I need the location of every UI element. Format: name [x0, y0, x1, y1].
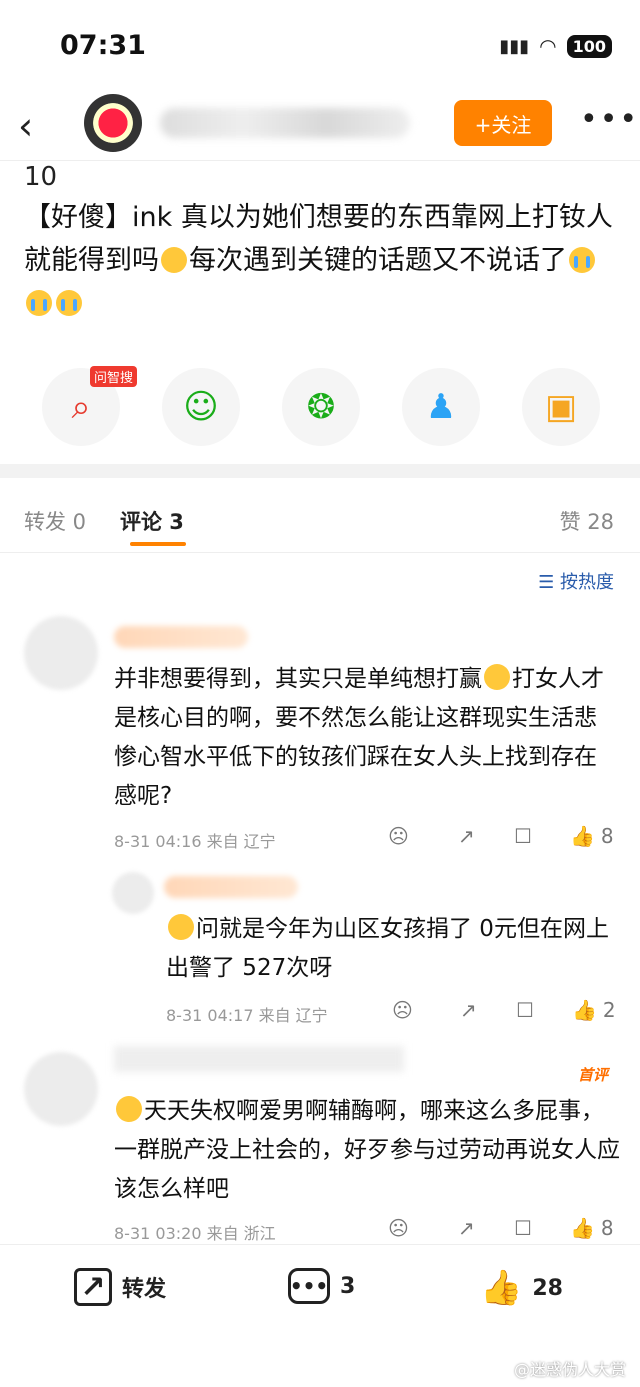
comment-button[interactable]: ••• 3 — [288, 1268, 355, 1304]
shocked-emoji-icon — [484, 664, 510, 690]
reply-text: 问就是今年为山区女孩捐了 0元但在网上出警了 527次呀 — [166, 910, 626, 988]
wechat-icon[interactable]: ☺ — [162, 368, 240, 446]
tabs-divider — [0, 552, 640, 553]
post-number: 10 — [24, 162, 58, 192]
fearful-emoji-icon — [168, 914, 194, 940]
comment-text-content: 天天失权啊爱男啊辅酶啊，哪来这么多屁事，一群脱产没上社会的，好歹参与过劳动再说女… — [114, 1098, 620, 1202]
comment-icon: ••• — [288, 1268, 330, 1304]
commenter-name-blurred[interactable] — [114, 626, 248, 648]
fearful-emoji-icon — [161, 247, 187, 273]
comment-meta: 8-31 04:16 来自 辽宁 — [114, 832, 276, 851]
watermark: @迷惑伪人大赏 — [513, 1360, 626, 1379]
avatar[interactable] — [24, 1052, 98, 1126]
like-button[interactable]: 👍 8 — [570, 824, 614, 848]
ai-search-badge: 问智搜 — [90, 366, 138, 387]
reply-meta: 8-31 04:17 来自 辽宁 — [166, 1006, 328, 1025]
qq-icon[interactable]: ♟ — [402, 368, 480, 446]
fearful-emoji-icon — [116, 1096, 142, 1122]
save-image-icon[interactable]: ▣ — [522, 368, 600, 446]
commenter-name-blurred[interactable] — [164, 876, 298, 898]
repost-icon: ↗ — [74, 1268, 112, 1306]
status-time: 07:31 — [60, 30, 146, 61]
reply-icon[interactable]: ☐ — [514, 1216, 532, 1240]
reply-icon[interactable]: ☐ — [516, 998, 534, 1022]
moments-icon[interactable]: ❂ — [282, 368, 360, 446]
dislike-icon[interactable]: ☹ — [388, 824, 409, 848]
like-count: 8 — [600, 1216, 614, 1240]
repost-icon[interactable]: ↗ — [458, 824, 475, 848]
tab-repost[interactable]: 转发 0 — [24, 506, 86, 536]
header-divider — [0, 160, 640, 161]
like-icon: 👍 — [572, 998, 597, 1022]
repost-icon[interactable]: ↗ — [458, 1216, 475, 1240]
section-divider — [0, 464, 640, 478]
comment-text: 天天失权啊爱男啊辅酶啊，哪来这么多屁事，一群脱产没上社会的，好歹参与过劳动再说女… — [114, 1092, 620, 1209]
tab-underline — [130, 542, 186, 546]
like-icon: 👍 — [480, 1268, 523, 1308]
crying-emoji-icon — [569, 247, 595, 273]
wifi-icon: ◠ — [539, 34, 557, 58]
post-text: 【好傻】ink 真以为她们想要的东西靠网上打钕人就能得到吗 每次遇到关键的话题又不… — [24, 196, 624, 325]
back-icon[interactable]: ‹ — [18, 104, 33, 148]
sort-icon: ☰ — [538, 572, 560, 593]
post-text-part2: 每次遇到关键的话题又不说话了 — [189, 245, 567, 276]
commenter-name-blurred[interactable] — [114, 1046, 404, 1072]
like-count: 2 — [602, 998, 616, 1022]
battery-icon: 100 — [566, 34, 612, 58]
avatar[interactable] — [84, 94, 142, 152]
comment-text-part1: 并非想要得到，其实只是单纯想打赢 — [114, 666, 482, 692]
dislike-icon[interactable]: ☹ — [392, 998, 413, 1022]
repost-label: 转发 — [122, 1277, 167, 1302]
repost-icon[interactable]: ↗ — [460, 998, 477, 1022]
sort-label: 按热度 — [560, 572, 614, 593]
like-icon: 👍 — [570, 1216, 595, 1240]
like-button[interactable]: 👍 8 — [570, 1216, 614, 1240]
reply-icon[interactable]: ☐ — [514, 824, 532, 848]
repost-button[interactable]: ↗ 转发 — [74, 1268, 166, 1306]
more-icon[interactable]: ••• — [580, 102, 639, 137]
crying-emoji-icon — [56, 290, 82, 316]
like-count: 28 — [532, 1275, 563, 1301]
comment-text: 并非想要得到，其实只是单纯想打赢 打女人才是核心目的啊，要不然怎么能让这群现实生活… — [114, 660, 618, 816]
signal-icon: ▮▮▮ — [499, 35, 530, 57]
crying-emoji-icon — [26, 290, 52, 316]
tab-comment[interactable]: 评论 3 — [120, 506, 184, 536]
tab-like[interactable]: 赞 28 — [560, 506, 614, 536]
dislike-icon[interactable]: ☹ — [388, 1216, 409, 1240]
like-button[interactable]: 👍 28 — [480, 1268, 563, 1308]
sort-button[interactable]: ☰ 按热度 — [538, 568, 614, 594]
avatar[interactable] — [24, 616, 98, 690]
first-comment-badge: 首评 — [577, 1066, 608, 1084]
like-count: 8 — [600, 824, 614, 848]
like-icon: 👍 — [570, 824, 595, 848]
follow-button[interactable]: +关注 — [454, 100, 552, 146]
comment-meta: 8-31 03:20 来自 浙江 — [114, 1224, 276, 1243]
comment-count: 3 — [340, 1273, 356, 1299]
like-button[interactable]: 👍 2 — [572, 998, 616, 1022]
username-blurred[interactable] — [160, 108, 410, 138]
reply-text-content: 问就是今年为山区女孩捐了 0元但在网上出警了 527次呀 — [166, 916, 609, 981]
avatar[interactable] — [112, 872, 154, 914]
status-icons: ▮▮▮ ◠ 100 — [499, 34, 612, 58]
